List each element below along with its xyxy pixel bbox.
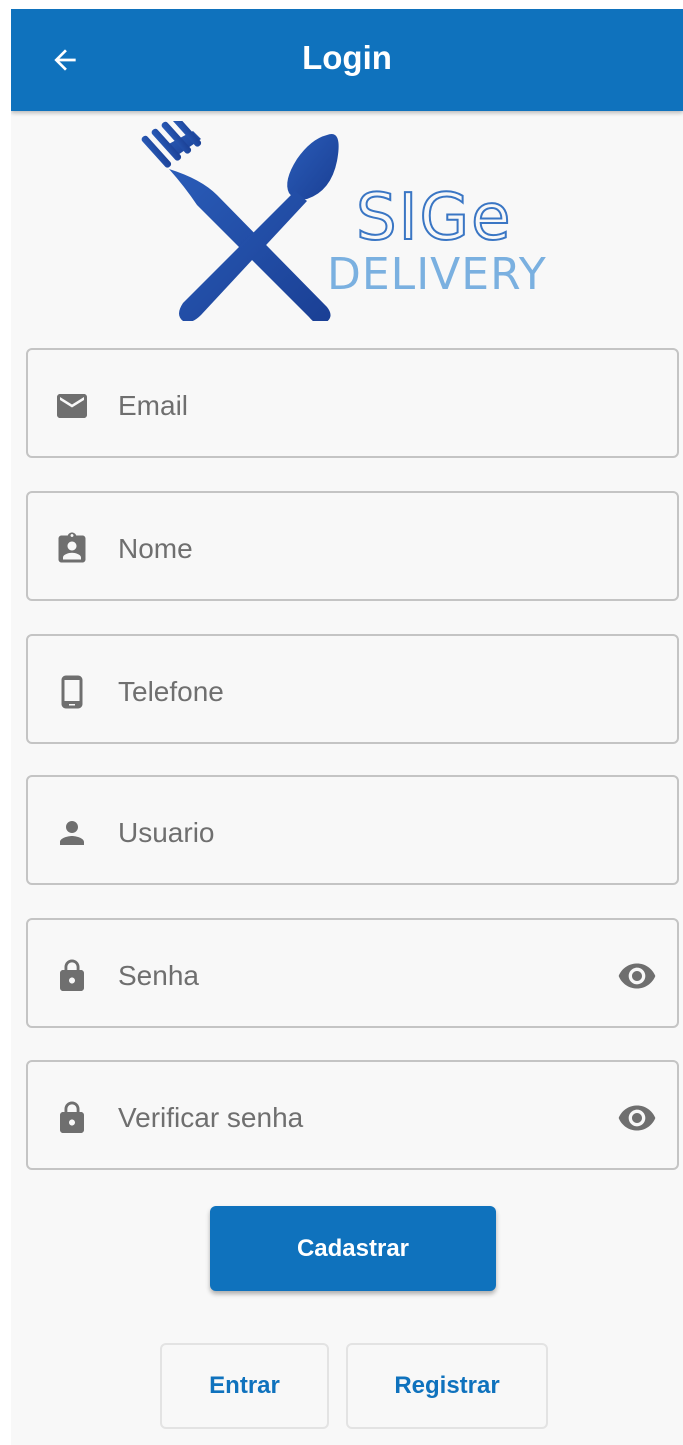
usuario-field[interactable]: Usuario (26, 775, 679, 885)
eye-icon (618, 1105, 656, 1131)
verificar-senha-placeholder: Verificar senha (118, 1102, 304, 1133)
spoon-icon (179, 134, 339, 321)
fork-icon (141, 121, 331, 321)
lock-icon (52, 1098, 92, 1138)
sige-delivery-logo: SIGe DELIVERY (141, 121, 547, 321)
entrar-button[interactable]: Entrar (160, 1343, 329, 1429)
telefone-field[interactable]: Telefone (26, 634, 679, 744)
page-title: Login (302, 39, 392, 76)
nome-placeholder: Nome (118, 533, 193, 564)
person-icon (52, 813, 92, 853)
verificar-senha-field[interactable]: Verificar senha (26, 1060, 679, 1170)
lock-icon (52, 956, 92, 996)
senha-visibility-toggle[interactable] (615, 956, 659, 996)
eye-icon (618, 963, 656, 989)
senha-placeholder: Senha (118, 960, 199, 991)
telefone-placeholder: Telefone (118, 676, 224, 707)
mail-icon (52, 386, 92, 426)
email-placeholder: Email (118, 390, 189, 421)
usuario-placeholder: Usuario (118, 817, 215, 848)
phone-icon (52, 672, 92, 712)
email-field[interactable]: Email (26, 348, 679, 458)
app-bar: Login (11, 9, 683, 111)
registrar-button[interactable]: Registrar (346, 1343, 548, 1429)
logo-sige-text: SIGe (356, 181, 512, 255)
senha-field[interactable]: Senha (26, 918, 679, 1028)
screen: Login SIGe DELIVERY Email Nome Telefone … (11, 9, 683, 1445)
cadastrar-button[interactable]: Cadastrar (210, 1206, 496, 1291)
badge-icon (52, 529, 92, 569)
logo-delivery-text: DELIVERY (327, 249, 547, 300)
verificar-senha-visibility-toggle[interactable] (615, 1098, 659, 1138)
nome-field[interactable]: Nome (26, 491, 679, 601)
